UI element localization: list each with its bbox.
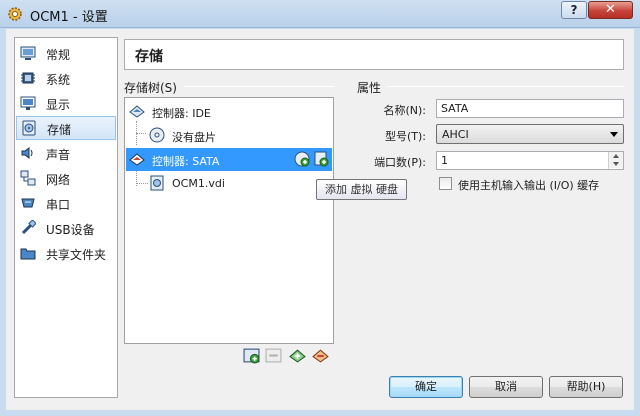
- page-title-box: 存储: [124, 39, 624, 70]
- host-io-cache-checkbox[interactable]: [439, 177, 452, 190]
- sidebar-item-usb[interactable]: USB设备: [16, 217, 116, 241]
- chevron-down-icon: [610, 132, 618, 137]
- attributes-header: 属性: [357, 79, 386, 96]
- dialog-body: 常规 系统 显示 存储 声音 网络 串口 USB设备 共享文件夹 存储 存储树(…: [6, 29, 634, 410]
- sidebar-item-display[interactable]: 显示: [16, 92, 116, 116]
- type-select-value: AHCI: [442, 128, 469, 141]
- help-title-button[interactable]: ?: [561, 1, 587, 19]
- name-field[interactable]: SATA: [436, 99, 624, 118]
- port-count-spinner[interactable]: 1: [436, 151, 624, 170]
- remove-controller-icon[interactable]: [265, 347, 282, 364]
- sidebar-item-general[interactable]: 常规: [16, 42, 116, 66]
- spin-up-icon[interactable]: [609, 152, 623, 160]
- type-label: 型号(T):: [384, 130, 426, 143]
- app-gear-icon: [8, 7, 22, 21]
- settings-sidebar: 常规 系统 显示 存储 声音 网络 串口 USB设备 共享文件夹: [14, 37, 118, 398]
- attributes-separator: [387, 86, 624, 87]
- sata-controller-icon: [129, 153, 145, 166]
- cancel-button[interactable]: 取消: [469, 376, 543, 398]
- general-icon: [20, 46, 36, 60]
- ok-button[interactable]: 确定: [389, 376, 463, 398]
- remove-attachment-icon[interactable]: [312, 347, 329, 364]
- sidebar-item-network[interactable]: 网络: [16, 167, 116, 191]
- storage-tree[interactable]: 控制器: IDE 没有盘片 控制器: SATA OCM1.vdi: [124, 97, 334, 344]
- sidebar-item-system[interactable]: 系统: [16, 67, 116, 91]
- storage-tree-separator: [184, 86, 334, 87]
- title-bar: OCM1 - 设置 ? ✕: [0, 0, 640, 28]
- name-label: 名称(N):: [383, 104, 426, 117]
- display-icon: [20, 96, 36, 110]
- serial-port-icon: [21, 198, 35, 208]
- usb-icon: [21, 220, 36, 235]
- tree-item-controller-ide[interactable]: 控制器: IDE: [126, 100, 332, 123]
- add-hard-disk-icon[interactable]: [313, 151, 329, 167]
- spinner-buttons[interactable]: [608, 152, 623, 169]
- type-select[interactable]: AHCI: [436, 124, 624, 144]
- page-title: 存储: [135, 49, 163, 65]
- storage-tree-label: 存储树(S): [124, 79, 181, 96]
- add-hard-disk-tooltip: 添加 虚拟 硬盘: [316, 179, 407, 200]
- spin-down-icon[interactable]: [609, 160, 623, 168]
- audio-icon: [21, 147, 33, 159]
- help-button[interactable]: 帮助(H): [549, 376, 623, 398]
- host-io-cache-label: 使用主机输入输出 (I/O) 缓存: [458, 179, 600, 192]
- window-title: OCM1 - 设置: [30, 10, 108, 25]
- optical-disk-icon: [149, 127, 165, 143]
- tree-item-disk-file[interactable]: OCM1.vdi: [126, 172, 332, 195]
- tree-item-empty-disk[interactable]: 没有盘片: [126, 124, 332, 147]
- sidebar-item-serial-port[interactable]: 串口: [16, 192, 116, 216]
- storage-icon: [22, 120, 36, 136]
- tree-item-controller-sata[interactable]: 控制器: SATA: [126, 148, 332, 171]
- close-button[interactable]: ✕: [588, 1, 633, 19]
- sidebar-item-storage[interactable]: 存储: [16, 116, 116, 140]
- ide-controller-icon: [129, 105, 145, 118]
- add-attachment-icon[interactable]: [289, 347, 306, 364]
- add-optical-drive-icon[interactable]: [294, 151, 310, 167]
- port-count-label: 端口数(P):: [374, 156, 426, 169]
- sidebar-item-shared-folders[interactable]: 共享文件夹: [16, 242, 116, 266]
- hard-disk-icon: [150, 175, 164, 191]
- network-icon: [20, 170, 36, 186]
- sidebar-item-audio[interactable]: 声音: [16, 142, 116, 166]
- shared-folder-icon: [20, 248, 36, 260]
- add-controller-icon[interactable]: [243, 347, 260, 364]
- system-icon: [21, 72, 35, 84]
- port-count-value: 1: [441, 154, 448, 167]
